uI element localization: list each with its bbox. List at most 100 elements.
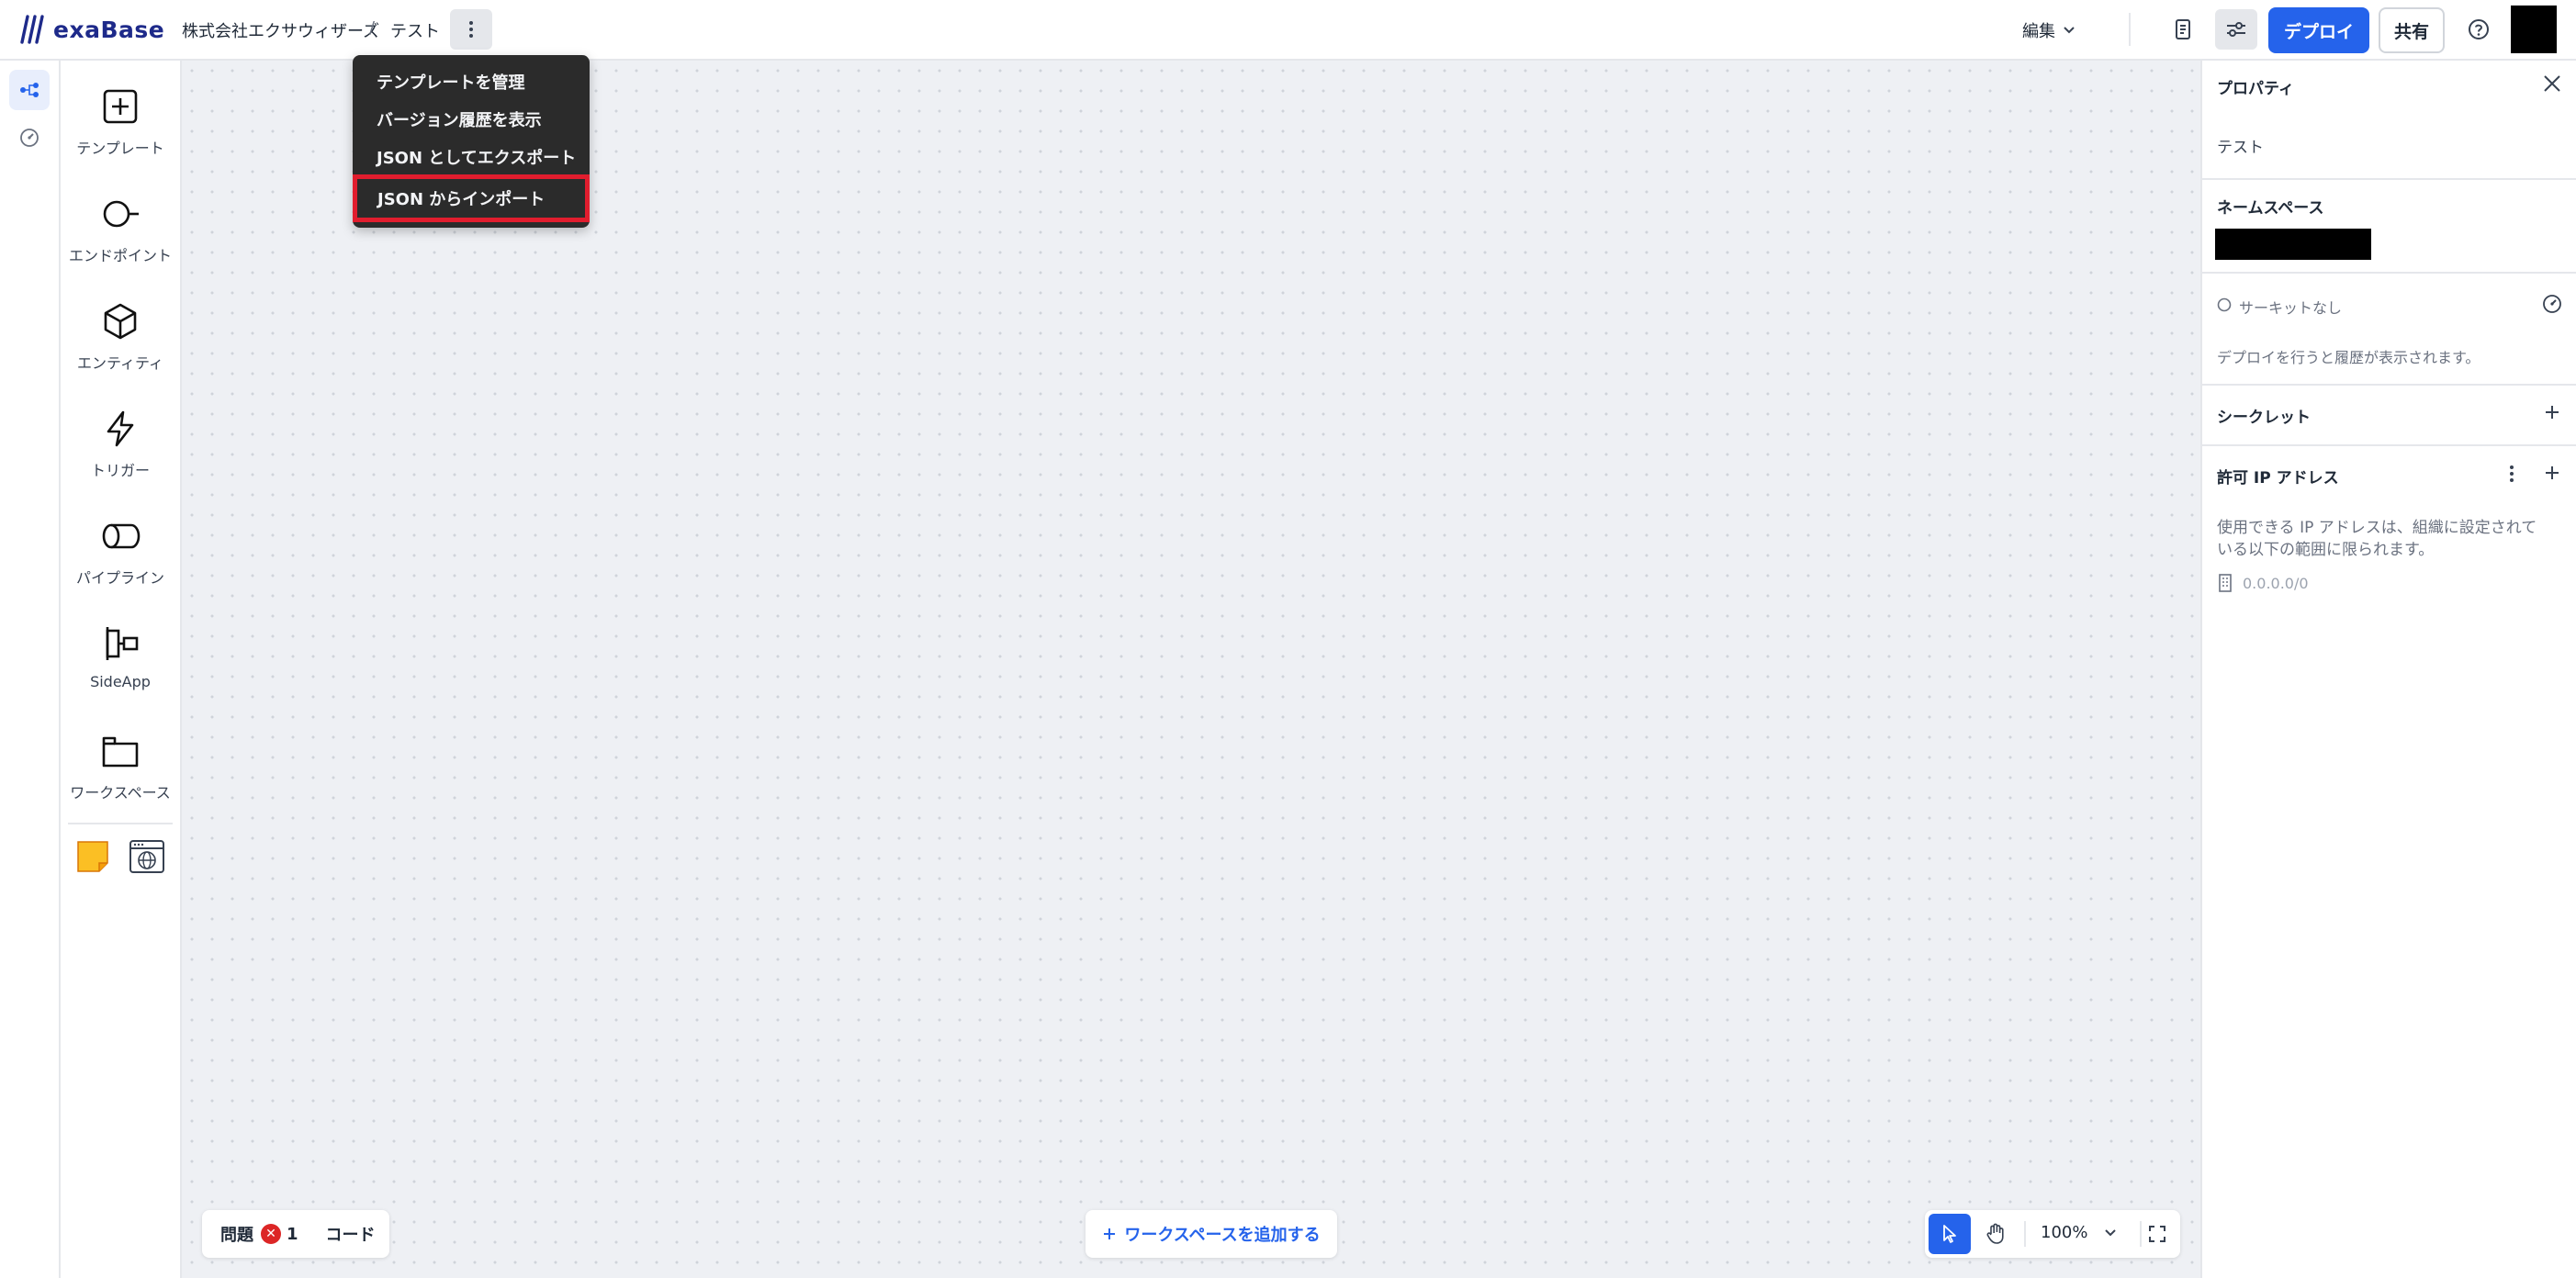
- rail-diagram-button[interactable]: [9, 70, 50, 110]
- zoom-dropdown[interactable]: 100%: [2041, 1223, 2117, 1242]
- menu-item-version-history[interactable]: バージョン履歴を表示: [353, 100, 590, 138]
- palette-label: ワークスペース: [70, 784, 171, 802]
- error-icon: ✕: [261, 1224, 281, 1244]
- ip-range-value: 0.0.0.0/0: [2243, 575, 2309, 592]
- menu-item-manage-templates[interactable]: テンプレートを管理: [353, 62, 590, 100]
- namespace-title: ネームスペース: [2217, 199, 2324, 218]
- namespace-value: [2215, 229, 2371, 260]
- project-name-value[interactable]: テスト: [2217, 134, 2264, 157]
- deploy-history-text: デプロイを行うと履歴が表示されます。: [2217, 349, 2480, 366]
- diagram-canvas[interactable]: [182, 61, 2200, 1278]
- menu-item-export-json[interactable]: JSON としてエクスポート: [353, 138, 590, 175]
- breadcrumb-org[interactable]: 株式会社エクサウィザーズ: [182, 18, 379, 42]
- palette-label: エンティティ: [76, 354, 164, 372]
- cylinder-icon: [102, 523, 141, 549]
- help-icon: [2469, 19, 2489, 39]
- project-menu-button[interactable]: [450, 9, 492, 50]
- plus-icon: [1104, 1228, 1116, 1239]
- add-secret-button[interactable]: [2544, 404, 2560, 424]
- component-palette: テンプレート エンドポイント エンティティ トリガー パイプライン SideAp…: [61, 61, 182, 1278]
- sticky-note-icon: [77, 841, 108, 872]
- code-button[interactable]: コード: [326, 1222, 376, 1246]
- fullscreen-icon: [2149, 1226, 2165, 1242]
- palette-item-template[interactable]: テンプレート: [61, 86, 180, 178]
- browser-globe-icon: [129, 840, 164, 873]
- kebab-icon: [469, 21, 473, 38]
- docs-button[interactable]: [2162, 9, 2204, 50]
- pan-tool-button[interactable]: [1974, 1214, 2017, 1254]
- close-icon: [2544, 75, 2560, 92]
- top-header: exaBase 株式会社エクサウィザーズ / テスト 編集 デプロイ 共有: [0, 0, 2576, 61]
- close-panel-button[interactable]: [2542, 73, 2562, 97]
- cursor-icon: [1943, 1225, 1956, 1243]
- help-button[interactable]: [2458, 9, 2500, 50]
- deploy-button[interactable]: デプロイ: [2268, 7, 2369, 53]
- app-logo[interactable]: exaBase: [20, 13, 164, 46]
- palette-label: テンプレート: [76, 140, 164, 157]
- logo-text: exaBase: [53, 16, 165, 43]
- palette-item-trigger[interactable]: トリガー: [61, 409, 180, 500]
- allowed-ip-menu-button[interactable]: [2509, 465, 2514, 487]
- zoom-level: 100%: [2041, 1223, 2088, 1242]
- user-avatar[interactable]: [2511, 6, 2557, 53]
- circuit-status: サーキットなし: [2239, 299, 2343, 317]
- endpoint-icon: [103, 200, 139, 228]
- canvas-toolbar: 100%: [1925, 1210, 2180, 1258]
- breadcrumb-project[interactable]: テスト: [390, 18, 440, 42]
- web-embed-tool[interactable]: [129, 839, 165, 878]
- chevron-down-icon: [2064, 27, 2075, 34]
- left-rail: [0, 61, 61, 1278]
- issues-count: 1: [287, 1224, 298, 1244]
- palette-label: パイプライン: [75, 569, 164, 587]
- palette-divider: [68, 823, 173, 824]
- allowed-ip-description-line2: いる以下の範囲に限られます。: [2217, 541, 2435, 559]
- sliders-icon: [2227, 22, 2245, 37]
- add-workspace-label: ワークスペースを追加する: [1124, 1226, 1321, 1245]
- share-button[interactable]: 共有: [2379, 7, 2445, 53]
- settings-toggle-button[interactable]: [2215, 9, 2257, 50]
- gauge-icon: [2543, 295, 2561, 313]
- breadcrumb-separator: /: [369, 18, 376, 38]
- palette-item-endpoint[interactable]: エンドポイント: [61, 194, 180, 286]
- issues-bar: 問題 ✕ 1 コード: [202, 1210, 389, 1258]
- project-menu-dropdown: テンプレートを管理 バージョン履歴を表示 JSON としてエクスポート JSON…: [353, 55, 590, 228]
- palette-label: トリガー: [90, 462, 150, 479]
- secrets-section: シークレット: [2202, 386, 2576, 446]
- add-workspace-button[interactable]: ワークスペースを追加する: [1086, 1210, 1337, 1258]
- palette-item-sideapp[interactable]: SideApp: [61, 623, 180, 715]
- edit-mode-dropdown[interactable]: 編集: [2022, 18, 2075, 42]
- allowed-ip-title: 許可 IP アドレス: [2217, 469, 2339, 488]
- plus-icon: [2546, 406, 2559, 419]
- circuit-monitor-button[interactable]: [2542, 294, 2562, 318]
- building-icon: [2219, 574, 2232, 592]
- allowed-ip-description-line1: 使用できる IP アドレスは、組織に設定されて: [2217, 519, 2537, 537]
- circle-outline-icon: [2217, 297, 2232, 312]
- kebab-icon: [2510, 465, 2514, 482]
- edit-mode-label: 編集: [2022, 22, 2055, 41]
- document-icon: [2176, 19, 2190, 39]
- exabase-logo-icon: [20, 15, 44, 44]
- panel-title: プロパティ: [2217, 80, 2294, 98]
- toolbar-divider: [2024, 1221, 2026, 1247]
- fullscreen-button[interactable]: [2136, 1214, 2178, 1254]
- lightning-icon: [107, 410, 134, 447]
- palette-item-workspace[interactable]: ワークスペース: [61, 731, 180, 823]
- palette-item-pipeline[interactable]: パイプライン: [61, 516, 180, 608]
- issues-button[interactable]: 問題: [220, 1222, 253, 1246]
- properties-panel: プロパティ テスト ネームスペース サーキットなし デプロイを行うと履歴が表示さ…: [2200, 61, 2576, 1278]
- plus-square-icon: [103, 89, 138, 124]
- menu-item-import-json[interactable]: JSON からインポート: [353, 174, 590, 222]
- sticky-note-tool[interactable]: [75, 839, 110, 878]
- rail-monitor-button[interactable]: [9, 118, 50, 158]
- add-ip-button[interactable]: [2544, 465, 2560, 485]
- hand-icon: [1986, 1223, 2004, 1244]
- diagram-icon: [20, 83, 39, 97]
- sideapp-icon: [106, 627, 139, 660]
- allowed-ip-section: 許可 IP アドレス 使用できる IP アドレスは、組織に設定されて いる以下の…: [2202, 446, 2576, 630]
- header-divider: [2129, 13, 2131, 46]
- palette-label: エンドポイント: [68, 247, 172, 264]
- select-tool-button[interactable]: [1929, 1214, 1971, 1254]
- folder-icon: [102, 736, 139, 768]
- palette-item-entity[interactable]: エンティティ: [61, 301, 180, 393]
- cube-icon: [104, 303, 137, 340]
